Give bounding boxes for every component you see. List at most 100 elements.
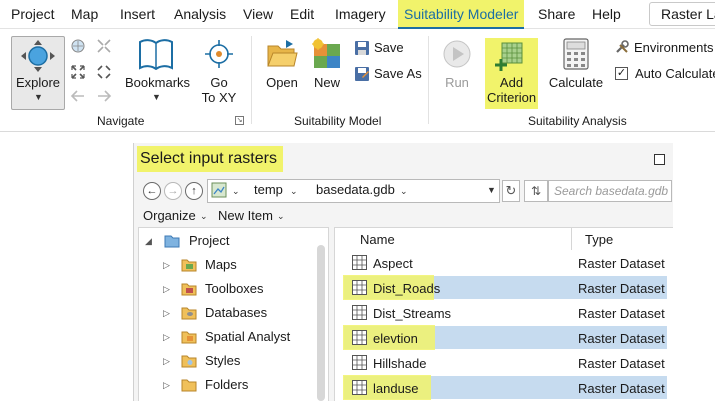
- row-name: landuse: [373, 381, 419, 396]
- forward-icon[interactable]: →: [164, 182, 182, 200]
- databases-folder-icon: [181, 307, 197, 320]
- maximize-icon[interactable]: [654, 154, 665, 165]
- row-type: Raster Dataset: [578, 381, 665, 396]
- column-header-name[interactable]: Name: [360, 232, 395, 247]
- column-header-type[interactable]: Type: [585, 232, 613, 247]
- row-type: Raster Dataset: [578, 256, 665, 271]
- back-arrow-icon[interactable]: [70, 88, 86, 104]
- organize-dropdown-icon[interactable]: ⌄: [200, 211, 208, 222]
- go-to-xy-icon: [205, 40, 233, 68]
- spatial-analyst-folder-icon: [181, 331, 197, 344]
- zoom-in-fixed-icon[interactable]: [70, 64, 86, 80]
- new-item-dropdown-icon[interactable]: ⌄: [277, 211, 285, 222]
- sort-icon[interactable]: ⇅: [524, 180, 548, 202]
- full-extent-icon[interactable]: [70, 38, 86, 54]
- save-label: Save: [374, 40, 404, 55]
- auto-calculate-checkbox[interactable]: ✓: [615, 67, 628, 80]
- path-separator-icon[interactable]: ⌄: [400, 186, 408, 197]
- search-input[interactable]: Search basedata.gdb: [548, 180, 672, 202]
- calculate-label: Calculate: [548, 75, 604, 90]
- row-type: Raster Dataset: [578, 281, 665, 296]
- path-segment-gdb[interactable]: basedata.gdb: [316, 182, 395, 197]
- tree-item-databases[interactable]: Databases: [205, 303, 267, 323]
- menu-view[interactable]: View: [243, 0, 273, 29]
- environments-label: Environments: [634, 40, 714, 55]
- add-criterion-icon: [495, 42, 523, 71]
- calculator-icon: [563, 38, 589, 70]
- toolboxes-folder-icon: [181, 283, 197, 296]
- tree-item-styles[interactable]: Styles: [205, 351, 240, 371]
- path-separator-icon[interactable]: ⌄: [290, 186, 298, 197]
- styles-folder-icon: [181, 355, 197, 368]
- raster-layer-tab[interactable]: Raster La: [649, 2, 715, 26]
- open-folder-icon: [267, 40, 298, 67]
- add-criterion-label-line1: Add: [499, 75, 524, 90]
- column-separator[interactable]: [571, 228, 572, 250]
- ribbon-separator: [428, 36, 429, 124]
- save-as-icon: [355, 67, 369, 81]
- navigate-group-label: Navigate: [97, 114, 145, 128]
- expand-icon[interactable]: ▷: [163, 260, 170, 271]
- tree-item-maps[interactable]: Maps: [205, 255, 237, 275]
- row-name: Dist_Roads: [373, 281, 441, 296]
- zoom-out-fixed-icon[interactable]: [96, 64, 112, 80]
- explore-dropdown-icon: ▼: [34, 92, 43, 102]
- raster-dataset-icon: [352, 255, 367, 270]
- new-model-icon: [312, 38, 340, 68]
- explore-icon: [21, 40, 55, 72]
- suitability-analysis-group-label: Suitability Analysis: [528, 114, 627, 128]
- project-icon: [164, 235, 180, 248]
- collapse-icon[interactable]: ◢: [145, 236, 152, 247]
- save-icon: [355, 41, 369, 55]
- forward-arrow-icon[interactable]: [96, 88, 112, 104]
- menu-bar: Project Map Insert Analysis View Edit Im…: [0, 0, 715, 29]
- maps-folder-icon: [181, 259, 197, 272]
- expand-icon[interactable]: ▷: [163, 332, 170, 343]
- location-icon: [211, 182, 227, 198]
- menu-project[interactable]: Project: [11, 0, 55, 29]
- bookmarks-dropdown-icon: ▼: [152, 92, 161, 102]
- folders-folder-icon: [181, 379, 197, 392]
- menu-analysis[interactable]: Analysis: [174, 0, 226, 29]
- tree-scrollbar[interactable]: [317, 245, 325, 401]
- tree-item-folders[interactable]: Folders: [205, 375, 248, 395]
- expand-icon[interactable]: ▷: [163, 284, 170, 295]
- save-as-label: Save As: [374, 66, 422, 81]
- tree-item-toolboxes[interactable]: Toolboxes: [205, 279, 264, 299]
- path-dropdown-icon[interactable]: ▼: [487, 185, 496, 195]
- menu-insert[interactable]: Insert: [120, 0, 155, 29]
- menu-edit[interactable]: Edit: [290, 0, 314, 29]
- menu-imagery[interactable]: Imagery: [335, 0, 386, 29]
- row-name: elevtion: [373, 331, 418, 346]
- up-icon[interactable]: ↑: [185, 182, 203, 200]
- menu-help[interactable]: Help: [592, 0, 621, 29]
- expand-icon[interactable]: ▷: [163, 308, 170, 319]
- raster-dataset-icon: [352, 330, 367, 345]
- organize-menu[interactable]: Organize: [143, 208, 196, 223]
- expand-icon[interactable]: ▷: [163, 356, 170, 367]
- run-label: Run: [445, 75, 469, 90]
- menu-suitability-modeler[interactable]: Suitability Modeler: [398, 0, 525, 29]
- tools-icon: [616, 40, 629, 53]
- location-dropdown-icon[interactable]: ⌄: [232, 186, 240, 197]
- expand-icon[interactable]: ▷: [163, 380, 170, 391]
- row-name: Aspect: [373, 256, 413, 271]
- menu-share[interactable]: Share: [538, 0, 575, 29]
- new-item-menu[interactable]: New Item: [218, 208, 273, 223]
- raster-dataset-icon: [352, 355, 367, 370]
- tree-item-project[interactable]: Project: [189, 231, 229, 251]
- fixed-zoom-icon[interactable]: [96, 38, 112, 54]
- tree-item-spatial-analyst[interactable]: Spatial Analyst: [205, 327, 290, 347]
- suitability-model-group-label: Suitability Model: [294, 114, 382, 128]
- row-type: Raster Dataset: [578, 331, 665, 346]
- refresh-icon[interactable]: ↻: [502, 180, 520, 202]
- dialog-launcher-icon[interactable]: ↘: [235, 116, 244, 125]
- menu-map[interactable]: Map: [71, 0, 98, 29]
- bookmarks-label: Bookmarks: [125, 75, 191, 90]
- row-type: Raster Dataset: [578, 356, 665, 371]
- row-name: Hillshade: [373, 356, 427, 371]
- ribbon: Explore ▼ Bookmarks ▼ Go To XY Navigate …: [0, 30, 715, 132]
- path-segment-temp[interactable]: temp: [254, 182, 283, 197]
- back-icon[interactable]: ←: [143, 182, 161, 200]
- add-criterion-label-line2: Criterion: [486, 90, 537, 105]
